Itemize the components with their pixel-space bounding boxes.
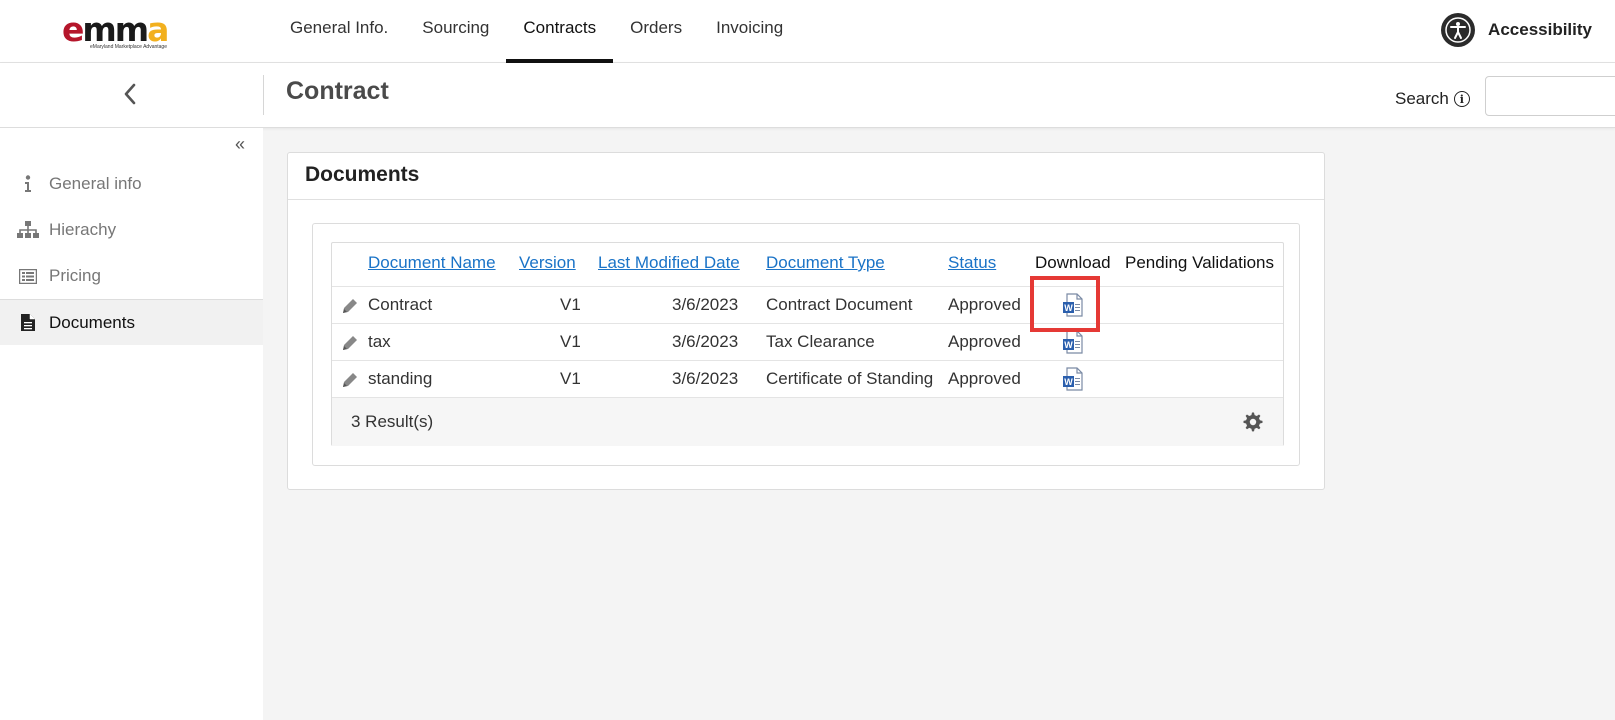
document-type-cell: Contract Document bbox=[766, 295, 913, 314]
gear-icon[interactable] bbox=[1243, 412, 1263, 432]
page-header: Contract Search i bbox=[0, 63, 1615, 128]
column-header-last-modified-date[interactable]: Last Modified Date bbox=[598, 253, 740, 273]
document-name-cell: Contract bbox=[368, 295, 433, 314]
sidebar-item-label: Hierachy bbox=[49, 220, 117, 239]
document-type-cell: Certificate of Standing bbox=[766, 369, 934, 388]
column-header-status[interactable]: Status bbox=[948, 253, 996, 273]
version-cell: V1 bbox=[560, 295, 581, 314]
header-divider bbox=[263, 75, 264, 115]
sidebar-item-general-info[interactable]: General info bbox=[0, 161, 263, 207]
info-icon[interactable]: i bbox=[1453, 91, 1470, 107]
back-button[interactable] bbox=[117, 81, 143, 107]
panel-divider bbox=[288, 199, 1324, 200]
documents-panel: Documents Document Name Version Last Mod… bbox=[287, 152, 1325, 490]
status-cell: Approved bbox=[948, 369, 1021, 388]
sidebar-item-label: General info bbox=[49, 174, 142, 193]
results-count: 3 Result(s) bbox=[351, 412, 434, 431]
last-modified-cell: 3/6/2023 bbox=[672, 332, 739, 351]
word-document-icon[interactable]: W bbox=[1061, 293, 1085, 317]
svg-text:W: W bbox=[1064, 340, 1073, 350]
hierarchy-icon bbox=[17, 219, 39, 241]
table-row: standing V1 3/6/2023 Certificate of Stan… bbox=[332, 361, 1283, 398]
last-modified-cell: 3/6/2023 bbox=[672, 369, 739, 388]
accessibility-button[interactable]: Accessibility bbox=[1441, 13, 1592, 47]
column-header-version[interactable]: Version bbox=[519, 253, 576, 273]
documents-table: Document Name Version Last Modified Date… bbox=[331, 242, 1284, 446]
sidebar-item-hierachy[interactable]: Hierachy bbox=[0, 207, 263, 253]
column-header-download: Download bbox=[1035, 253, 1111, 272]
column-header-pending-validations: Pending Validations bbox=[1125, 253, 1275, 272]
sidebar-item-documents[interactable]: Documents bbox=[0, 299, 263, 345]
documents-container: Document Name Version Last Modified Date… bbox=[312, 223, 1300, 466]
pencil-icon[interactable] bbox=[340, 296, 360, 316]
search-label-text: Search bbox=[1395, 89, 1449, 108]
table-row: Contract V1 3/6/2023 Contract Document A… bbox=[332, 287, 1283, 324]
document-type-cell: Tax Clearance bbox=[766, 332, 875, 351]
column-header-document-name[interactable]: Document Name bbox=[368, 253, 496, 273]
last-modified-cell: 3/6/2023 bbox=[672, 295, 739, 314]
version-cell: V1 bbox=[560, 369, 581, 388]
tab-orders[interactable]: Orders bbox=[613, 0, 699, 63]
list-icon bbox=[17, 265, 39, 287]
pencil-icon[interactable] bbox=[340, 370, 360, 390]
document-name-cell: standing bbox=[368, 369, 433, 388]
word-document-icon[interactable]: W bbox=[1061, 367, 1085, 391]
table-footer: 3 Result(s) bbox=[332, 398, 1283, 446]
tab-general-info[interactable]: General Info. bbox=[273, 0, 405, 63]
emma-logo[interactable]: e mm a eMaryland Marketplace Advantage bbox=[62, 13, 202, 53]
svg-text:W: W bbox=[1064, 377, 1073, 387]
search-label: Search i bbox=[1395, 89, 1470, 109]
document-icon bbox=[17, 312, 39, 334]
table-header: Document Name Version Last Modified Date… bbox=[332, 243, 1283, 287]
status-cell: Approved bbox=[948, 332, 1021, 351]
collapse-sidebar-icon[interactable]: « bbox=[235, 134, 245, 155]
sidebar: « General info Hierachy Pricing Document… bbox=[0, 128, 263, 720]
info-icon bbox=[17, 173, 39, 195]
panel-title: Documents bbox=[305, 163, 420, 186]
page-title: Contract bbox=[286, 77, 389, 105]
version-cell: V1 bbox=[560, 332, 581, 351]
sidebar-item-pricing[interactable]: Pricing bbox=[0, 253, 263, 299]
tab-invoicing[interactable]: Invoicing bbox=[699, 0, 800, 63]
pencil-icon[interactable] bbox=[340, 333, 360, 353]
logo-wordmark: e mm a bbox=[62, 10, 169, 49]
column-header-document-type[interactable]: Document Type bbox=[766, 253, 885, 273]
sidebar-menu: General info Hierachy Pricing Documents bbox=[0, 161, 263, 345]
svg-text:W: W bbox=[1064, 303, 1073, 313]
word-document-icon[interactable]: W bbox=[1061, 330, 1085, 354]
accessibility-label: Accessibility bbox=[1488, 20, 1592, 39]
accessibility-icon bbox=[1441, 13, 1476, 47]
table-row: tax V1 3/6/2023 Tax Clearance Approved W bbox=[332, 324, 1283, 361]
sidebar-item-label: Pricing bbox=[49, 266, 101, 285]
top-navigation-bar: e mm a eMaryland Marketplace Advantage Gen… bbox=[0, 0, 1615, 63]
document-name-cell: tax bbox=[368, 332, 391, 351]
tab-sourcing[interactable]: Sourcing bbox=[405, 0, 506, 63]
main-nav: General Info. Sourcing Contracts Orders … bbox=[273, 0, 800, 63]
chevron-left-icon bbox=[124, 83, 136, 105]
status-cell: Approved bbox=[948, 295, 1021, 314]
logo-tagline: eMaryland Marketplace Advantage bbox=[90, 44, 167, 50]
search-input[interactable] bbox=[1485, 76, 1615, 116]
sidebar-item-label: Documents bbox=[49, 312, 135, 332]
tab-contracts[interactable]: Contracts bbox=[506, 0, 613, 63]
